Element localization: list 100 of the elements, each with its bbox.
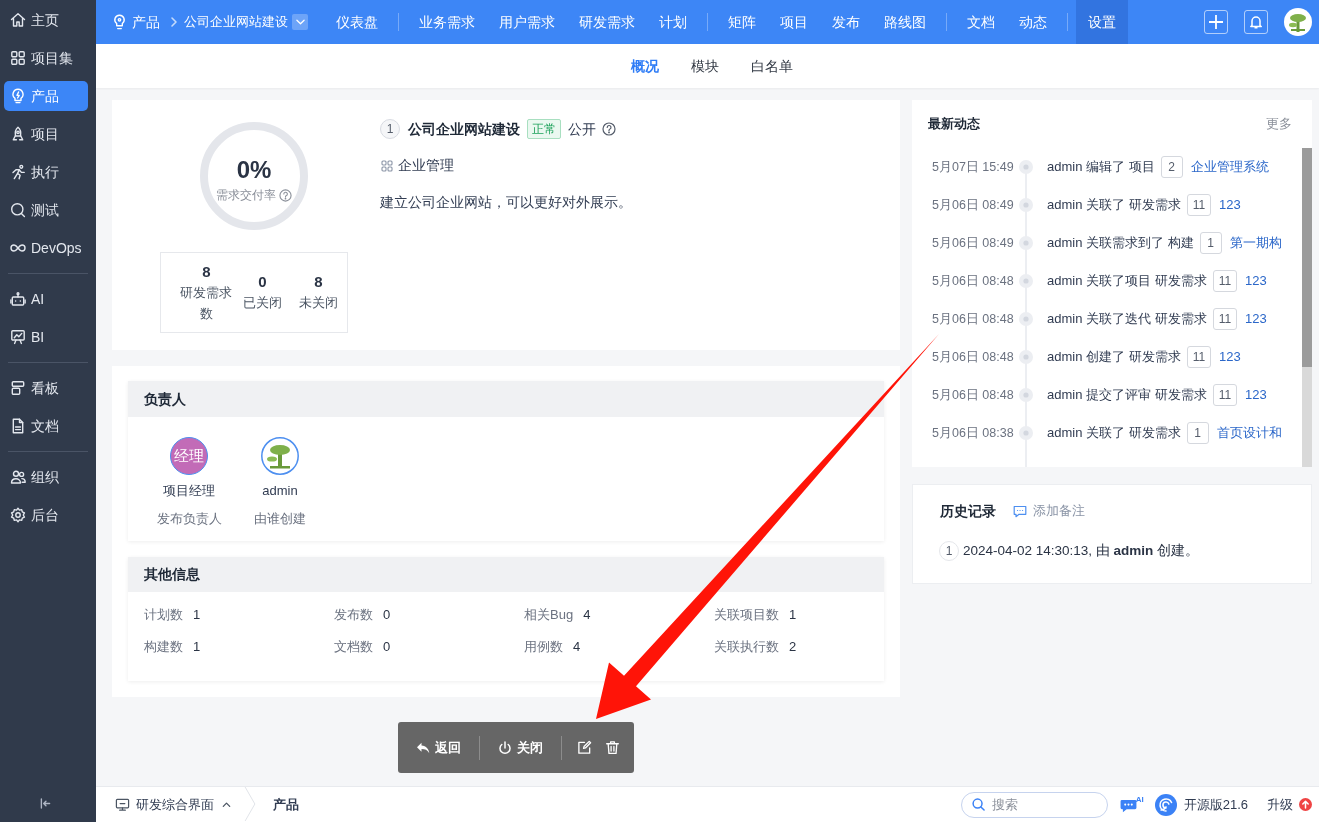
activity-link[interactable]: 123 [1219, 347, 1241, 367]
sidebar-item[interactable]: AI [4, 284, 88, 314]
sidebar-item[interactable]: 执行 [4, 157, 88, 187]
sidebar-item[interactable]: 组织 [4, 462, 88, 492]
grid-icon [381, 160, 393, 172]
add-note-button[interactable]: 添加备注 [1013, 501, 1085, 521]
nav-item[interactable]: 计划 [647, 0, 699, 44]
activity-link[interactable]: 123 [1219, 195, 1241, 215]
stat-label: 未关闭 [299, 294, 338, 312]
info-value: 4 [573, 638, 581, 657]
sidebar-item[interactable]: 主页 [4, 5, 88, 35]
back-button[interactable]: 返回 [406, 729, 471, 766]
delivery-rate-label: 需求交付率 [216, 188, 276, 203]
edit-icon [576, 740, 592, 755]
id-badge: 11 [1212, 384, 1238, 406]
timeline-dot-icon [1019, 198, 1033, 212]
upgrade-button[interactable]: 升级 [1267, 794, 1312, 815]
activity-text: admin 关联了 研发需求 [1047, 196, 1181, 215]
sidebar-item[interactable]: 看板 [4, 373, 88, 403]
nav-item[interactable]: 矩阵 [716, 0, 768, 44]
timeline-dot-icon [1019, 160, 1033, 174]
tab[interactable]: 模块 [675, 44, 735, 88]
search-icon [971, 798, 985, 811]
nav-item[interactable]: 路线图 [872, 0, 938, 44]
stat-value: 8 [202, 261, 211, 282]
activity-time: 5月06日 08:48 [932, 272, 1015, 290]
activity-time: 5月06日 08:38 [932, 424, 1015, 442]
activity-link[interactable]: 123 [1245, 309, 1267, 329]
activity-link[interactable]: 第一期构 [1229, 233, 1282, 253]
activity-link[interactable]: 企业管理系统 [1190, 157, 1269, 177]
breadcrumb-link[interactable]: 公司企业网站建设 [184, 12, 288, 32]
sidebar-item[interactable]: 测试 [4, 195, 88, 225]
card-title: 最新动态 [928, 115, 980, 134]
lightbulb-icon [113, 14, 126, 30]
dropdown-button[interactable] [292, 14, 308, 30]
breadcrumb-link[interactable]: 产品 [132, 11, 160, 33]
collapse-icon [39, 797, 51, 809]
owner-role: 发布负责人 [156, 510, 222, 528]
sidebar-item[interactable]: 后台 [4, 500, 88, 530]
activity-text: admin 关联了迭代 研发需求 [1047, 310, 1207, 329]
nav-item[interactable]: 仪表盘 [324, 0, 390, 44]
chart-board-icon [10, 329, 26, 345]
tree-avatar-icon [261, 437, 299, 475]
activity-time: 5月06日 08:49 [932, 196, 1015, 214]
info-value: 0 [383, 638, 391, 657]
text-avatar: 经理 [170, 437, 208, 475]
ai-assistant-button[interactable]: AI [1119, 794, 1144, 815]
sidebar-item[interactable]: 文档 [4, 411, 88, 441]
info-value: 2 [789, 638, 797, 657]
help-icon [602, 122, 616, 136]
nav-item[interactable]: 业务需求 [407, 0, 487, 44]
bell-icon [1250, 15, 1262, 29]
info-value: 0 [383, 606, 391, 625]
scrollbar-thumb[interactable] [1302, 148, 1312, 367]
nav-item[interactable]: 文档 [955, 0, 1007, 44]
timeline-dot-icon [1019, 312, 1033, 326]
info-label: 构建数 [144, 638, 183, 657]
activity-link[interactable]: 123 [1245, 271, 1267, 291]
info-value: 4 [583, 606, 591, 625]
search-field[interactable]: 搜索 [960, 791, 1108, 818]
id-badge: 1 [1199, 232, 1222, 254]
history-entry: 2024-04-02 14:30:13, 由 admin 创建。 [963, 541, 1200, 560]
more-link[interactable]: 更多 [1266, 114, 1292, 134]
sidebar-item[interactable]: DevOps [4, 233, 88, 263]
section-title: 负责人 [144, 389, 186, 409]
activity-text: admin 提交了评审 研发需求 [1047, 386, 1207, 405]
nav-item[interactable]: 设置 [1076, 0, 1128, 44]
nav-item[interactable]: 用户需求 [487, 0, 567, 44]
tree-avatar-icon[interactable] [1284, 8, 1312, 36]
trash-icon [604, 740, 620, 755]
home-icon [10, 12, 26, 28]
tab[interactable]: 概况 [615, 44, 675, 88]
activity-text: admin 创建了 研发需求 [1047, 348, 1181, 367]
monitor-icon [115, 797, 130, 812]
product-description: 建立公司企业网站，可以更好对外展示。 [380, 193, 632, 212]
product-name: 公司企业网站建设 [408, 119, 520, 139]
activity-time: 5月06日 08:48 [932, 348, 1015, 366]
workspace-switcher[interactable]: 研发综合界面 [115, 794, 232, 815]
sidebar-item[interactable]: 项目集 [4, 43, 88, 73]
activity-time: 5月06日 08:49 [932, 234, 1015, 252]
activity-link[interactable]: 首页设计和 [1216, 423, 1282, 443]
sidebar-item[interactable]: BI [4, 322, 88, 352]
info-label: 用例数 [524, 638, 563, 657]
close-button[interactable]: 关闭 [488, 729, 553, 766]
up-arrow-icon [1299, 798, 1312, 811]
nav-item[interactable]: 动态 [1007, 0, 1059, 44]
visibility-label: 公开 [568, 119, 596, 139]
sidebar-item[interactable]: 项目 [4, 119, 88, 149]
status-tag: 正常 [527, 119, 561, 139]
id-badge: 11 [1186, 346, 1212, 368]
add-button[interactable] [1204, 10, 1228, 34]
activity-link[interactable]: 123 [1245, 385, 1267, 405]
notifications-button[interactable] [1244, 10, 1268, 34]
info-value: 1 [193, 638, 201, 657]
timeline-dot-icon [1019, 388, 1033, 402]
tab[interactable]: 白名单 [735, 44, 809, 88]
nav-item[interactable]: 项目 [768, 0, 820, 44]
nav-item[interactable]: 研发需求 [567, 0, 647, 44]
nav-item[interactable]: 发布 [820, 0, 872, 44]
sidebar-item[interactable]: 产品 [4, 81, 88, 111]
